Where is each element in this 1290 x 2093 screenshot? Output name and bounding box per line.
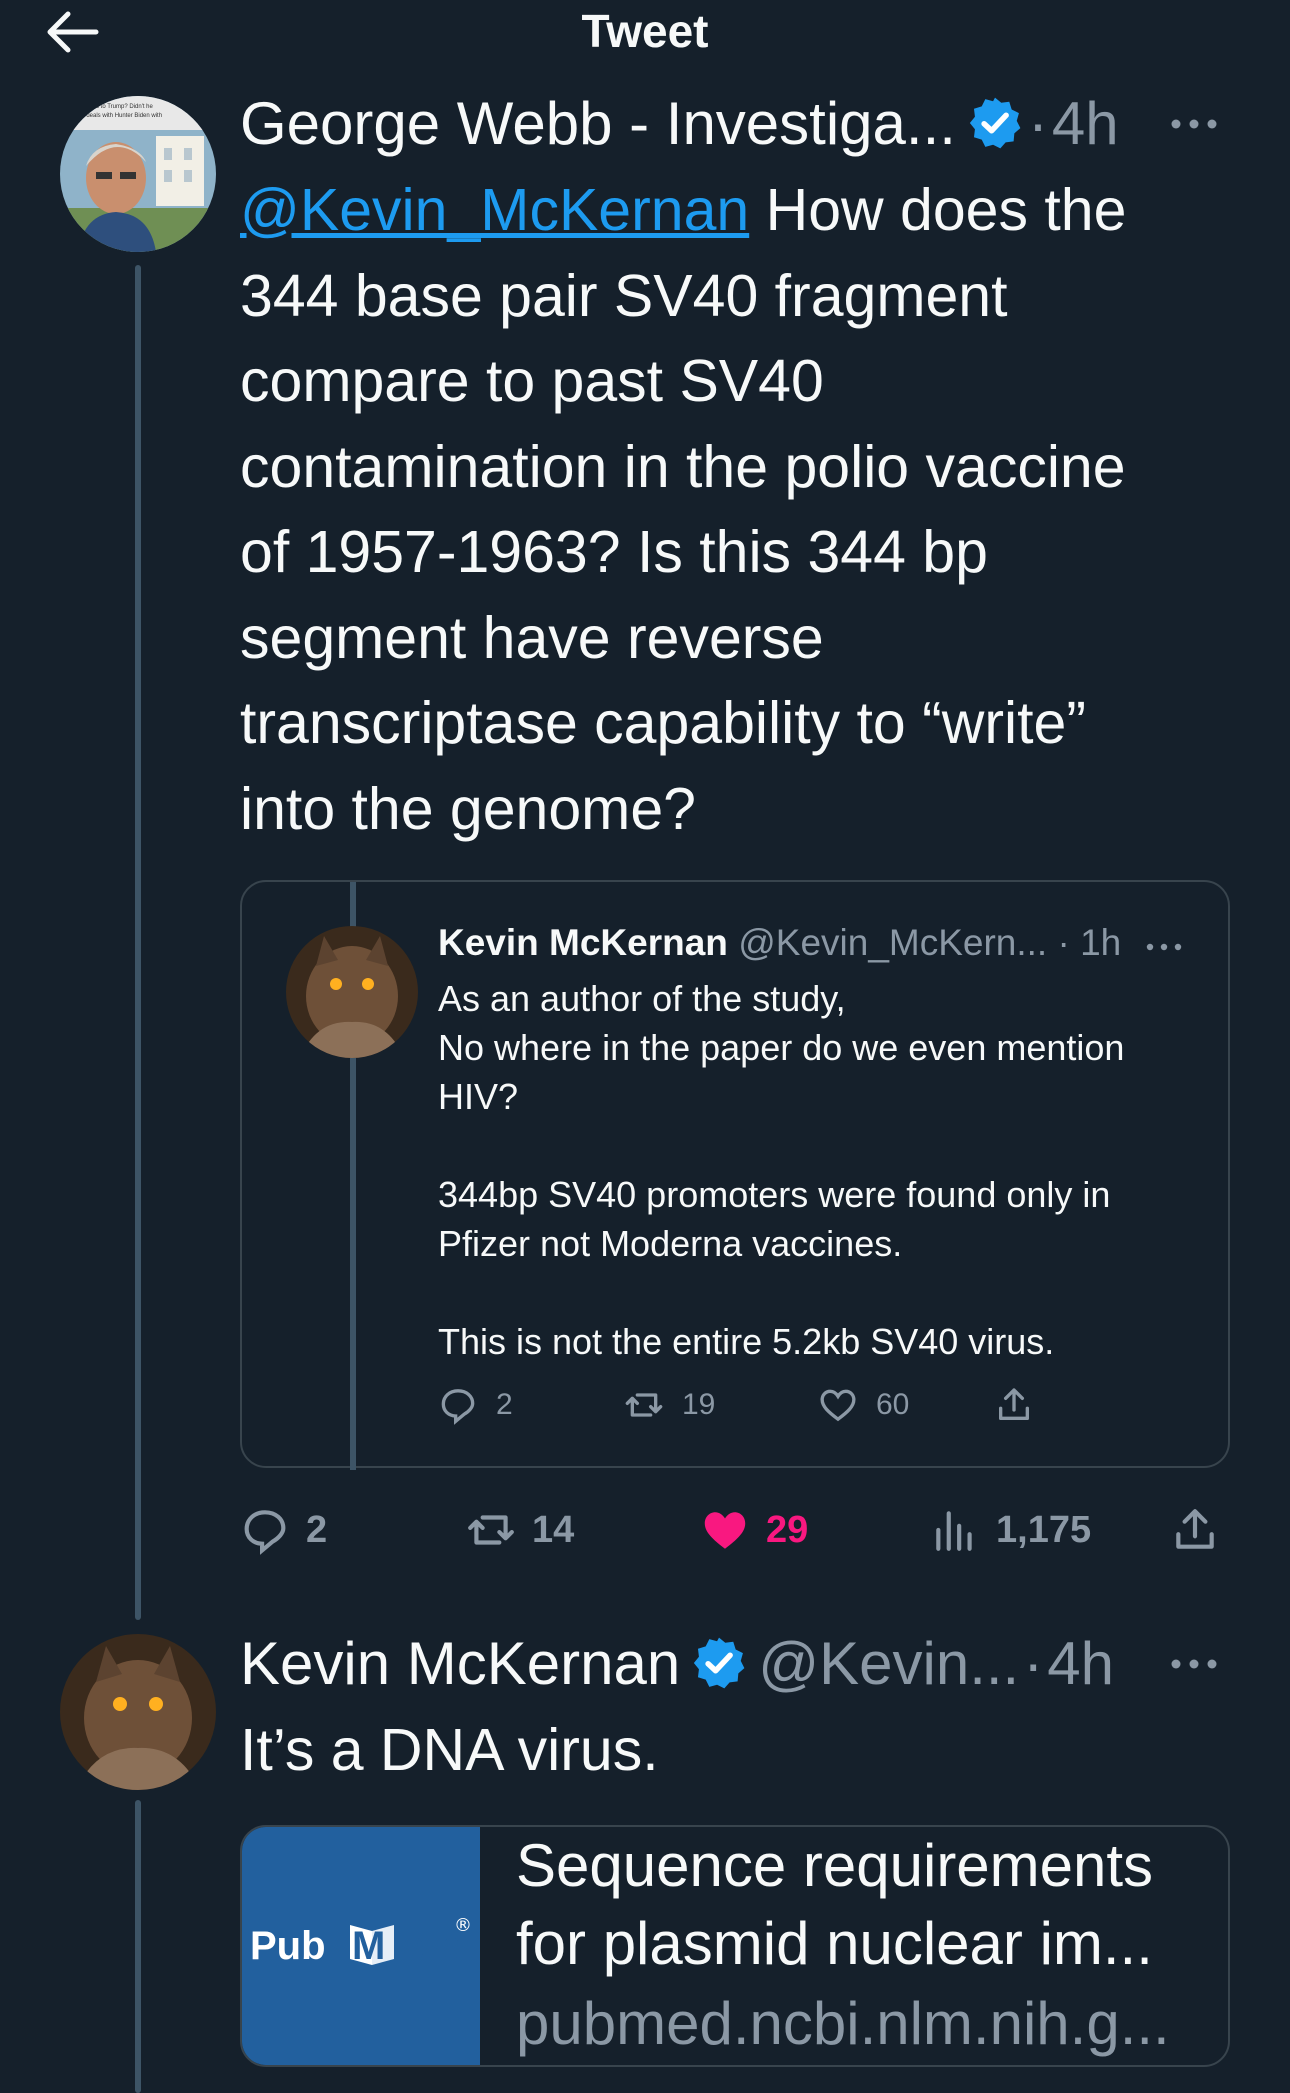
tweet-time[interactable]: 4h (1052, 89, 1119, 158)
quoted-action-bar: 2 19 60 (438, 1380, 1198, 1430)
more-options-icon[interactable] (1164, 104, 1224, 144)
tweet-line: 344 base pair SV40 fragment (240, 262, 1008, 329)
verified-badge-icon (694, 1637, 745, 1689)
tweet-line: transcriptase capability to “write” (240, 690, 1086, 756)
retweet-icon (468, 1515, 514, 1545)
tweet-line: of 1957-1963? Is this 344 bp (240, 519, 988, 585)
avatar-caption-line: ...vine of fs to Trump? Didn't he (70, 104, 154, 110)
card-title-line: for plasmid nuclear im... (516, 1910, 1153, 1977)
share-icon (1176, 1509, 1214, 1549)
tweet-body: @Kevin_McKernan How does the 344 base pa… (240, 168, 1240, 852)
more-options-icon[interactable] (1142, 932, 1186, 962)
pubmed-logo: Pub Med ® (250, 1915, 472, 1968)
reply-count: 2 (306, 1508, 328, 1551)
quoted-author-handle[interactable]: @Kevin_McKern... (738, 922, 1047, 963)
top-bar: Tweet (0, 0, 1290, 64)
views-button[interactable]: 1,175 (930, 1500, 1091, 1560)
heart-icon (820, 1389, 856, 1422)
reply-tweet-body: It’s a DNA virus. (240, 1717, 659, 1783)
avatar-caption-line: ... (70, 122, 75, 128)
quoted-retweet-button[interactable]: 19 (624, 1380, 715, 1430)
tweet-page: Tweet ...vine of fs to Trump? Didn't he … (0, 0, 1290, 2093)
pubmed-logo-pub: Pub (250, 1924, 326, 1968)
separator-dot: · (1057, 922, 1070, 963)
cat-avatar-image (286, 926, 418, 1058)
quoted-author-name[interactable]: Kevin McKernan (438, 922, 728, 963)
page-title: Tweet (581, 5, 709, 57)
verified-badge-icon (969, 97, 1021, 149)
link-preview-card[interactable]: Pub Med ® Sequence requirements for plas… (240, 1825, 1230, 2067)
author-handle[interactable]: @Kevin... (758, 1629, 1019, 1698)
avatar-caption-line: ...ens deals with Hunter Biden with (70, 113, 162, 119)
pubmed-logo-thumbnail: Pub Med ® (242, 1827, 480, 2065)
like-button[interactable]: 29 (700, 1500, 808, 1560)
quoted-tweet-line: Pfizer not Moderna vaccines. (438, 1223, 903, 1264)
avatar[interactable] (286, 926, 418, 1058)
reply-icon (244, 1510, 286, 1555)
heart-filled-icon (704, 1512, 746, 1549)
separator-dot: · (1023, 1629, 1044, 1697)
avatar[interactable]: ...vine of fs to Trump? Didn't he ...ens… (60, 96, 216, 252)
quoted-like-count: 60 (876, 1388, 910, 1421)
quoted-like-button[interactable]: 60 (818, 1380, 909, 1430)
retweet-button[interactable]: 14 (466, 1500, 574, 1560)
tweet-line: segment have reverse (240, 604, 824, 671)
separator-dot: · (1027, 89, 1048, 157)
analytics-bars-icon (936, 1511, 972, 1551)
quoted-reply-count: 2 (496, 1388, 513, 1421)
card-domain: pubmed.ncbi.nlm.nih.g... (516, 1990, 1170, 2057)
quoted-tweet-line: No where in the paper do we even mention (438, 1027, 1125, 1068)
reply-icon (441, 1389, 475, 1425)
quoted-tweet-header: Kevin McKernan @Kevin_McKern... · 1h (438, 922, 1121, 964)
cat-avatar-image (60, 1634, 216, 1790)
tweet-header: George Webb - Investiga... · 4h (240, 88, 1119, 158)
tweet-line-text: How does the (765, 177, 1127, 243)
tweet-line: @Kevin_McKernan How does the (240, 168, 1240, 254)
quoted-tweet-line: As an author of the study, (438, 978, 846, 1019)
views-count: 1,175 (996, 1508, 1092, 1551)
author-name[interactable]: Kevin McKernan (240, 1629, 680, 1698)
tweet-line: contamination in the polio vaccine (240, 433, 1126, 500)
retweet-icon (625, 1393, 663, 1417)
avatar[interactable] (60, 1634, 216, 1790)
quoted-share-button[interactable] (994, 1380, 1052, 1430)
tweet-time[interactable]: 4h (1047, 1629, 1114, 1698)
tweet-line: into the genome? (240, 775, 696, 842)
thread-connector (135, 265, 141, 1620)
quoted-tweet-time[interactable]: 1h (1080, 922, 1121, 963)
quoted-tweet-line: 344bp SV40 promoters were found only in (438, 1174, 1111, 1215)
author-name[interactable]: George Webb - Investiga... (240, 89, 956, 158)
pubmed-logo-med: Med (352, 1924, 466, 1968)
pubmed-logo-registered: ® (454, 1915, 472, 1936)
card-title-line: Sequence requirements (516, 1832, 1154, 1899)
share-button[interactable] (1170, 1500, 1236, 1560)
more-options-icon[interactable] (1164, 1644, 1224, 1684)
mention-link[interactable]: @Kevin_McKernan (240, 177, 749, 243)
quoted-tweet-line: HIV? (438, 1076, 519, 1117)
card-title: Sequence requirements for plasmid nuclea… (516, 1827, 1216, 1983)
quoted-tweet[interactable]: Kevin McKernan @Kevin_McKern... · 1h As … (240, 880, 1230, 1470)
quoted-retweet-count: 19 (682, 1388, 716, 1421)
retweet-count: 14 (532, 1508, 575, 1551)
george-webb-avatar-image: ...vine of fs to Trump? Didn't he ...ens… (60, 96, 216, 252)
thread-connector-lower (135, 1800, 141, 2093)
like-count: 29 (766, 1508, 809, 1551)
quoted-tweet-line: This is not the entire 5.2kb SV40 virus. (438, 1321, 1055, 1362)
quoted-reply-button[interactable]: 2 (438, 1380, 513, 1430)
share-icon (999, 1388, 1029, 1420)
reply-button[interactable]: 2 (240, 1500, 327, 1560)
tweet-line: compare to past SV40 (240, 348, 824, 414)
reply-tweet-header: Kevin McKernan @Kevin... · 4h (240, 1628, 1114, 1698)
tweet-action-bar: 2 14 29 1,175 (240, 1500, 1240, 1560)
